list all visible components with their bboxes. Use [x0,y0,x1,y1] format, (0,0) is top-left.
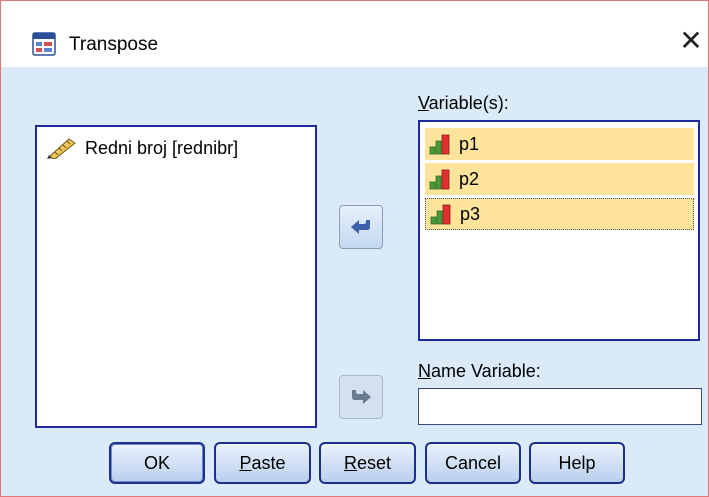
transpose-dialog: Transpose ✕ Redni broj [rednibr] Variabl… [0,0,709,497]
ordinal-bar-icon [429,134,450,155]
help-button[interactable]: Help [529,442,625,484]
arrow-right-icon [352,390,371,404]
list-item-label: p2 [459,168,480,189]
cancel-button[interactable]: Cancel [425,442,521,484]
paste-button[interactable]: Paste [214,442,311,484]
reset-button[interactable]: Reset [319,442,416,484]
move-to-source-button[interactable] [339,205,383,249]
spss-transpose-icon [32,32,56,56]
name-variable-label: Name Variable: [418,361,541,381]
close-icon[interactable]: ✕ [677,26,705,56]
ordinal-bar-icon [430,204,451,225]
window-title: Transpose [69,34,159,55]
list-item[interactable]: p3 [425,198,694,230]
list-item[interactable]: p2 [425,163,694,195]
list-item-label: p1 [459,133,480,154]
source-variable-list[interactable]: Redni broj [rednibr] [35,125,317,428]
ruler-pencil-scale-icon [47,138,76,159]
ok-button[interactable]: OK [109,442,205,484]
variables-list[interactable]: p1 p2 p3 [418,120,700,341]
arrow-left-icon [351,220,370,234]
move-to-name-variable-button[interactable] [339,375,383,419]
name-variable-field[interactable] [418,388,702,425]
ordinal-bar-icon [429,169,450,190]
title-bar: Transpose ✕ [1,1,708,67]
list-item-label: Redni broj [rednibr] [85,137,239,158]
list-item[interactable]: Redni broj [rednibr] [47,135,238,161]
list-item-label: p3 [460,203,481,224]
list-item[interactable]: p1 [425,128,694,160]
variables-label: Variable(s): [418,93,509,113]
